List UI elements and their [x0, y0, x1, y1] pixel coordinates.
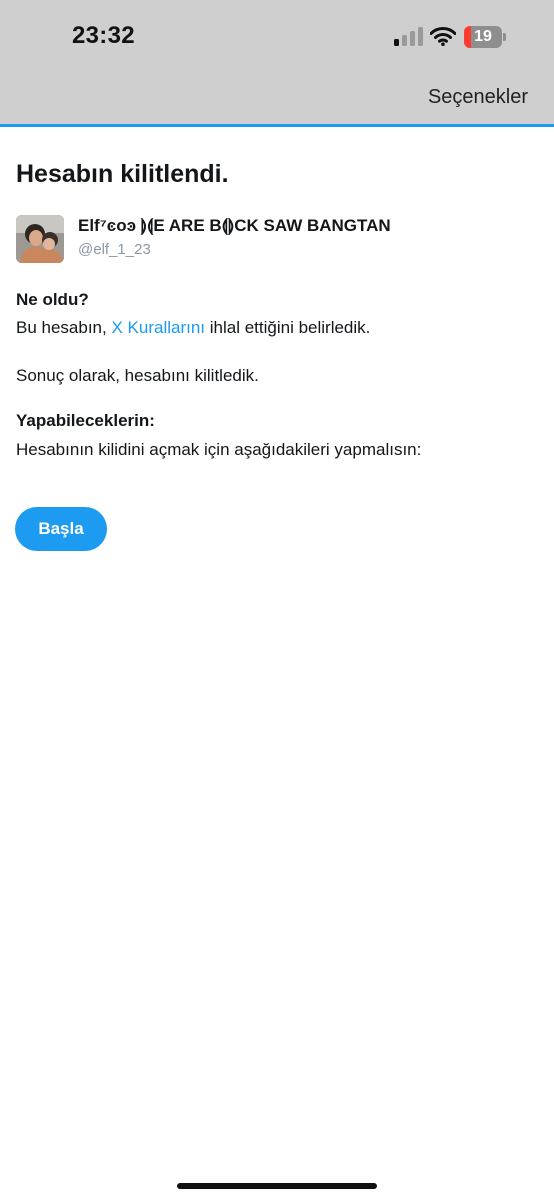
violation-text: Bu hesabın, X Kurallarını ihlal ettiğini…: [16, 318, 370, 338]
battery-level: 19: [474, 28, 492, 45]
violation-text-start: Bu hesabın,: [16, 318, 112, 337]
options-button[interactable]: Seçenekler: [428, 86, 528, 109]
account-handle: @elf_1_23: [78, 241, 151, 258]
status-time: 23:32: [72, 22, 135, 49]
battery-icon: 19: [464, 26, 506, 48]
home-indicator: [177, 1183, 377, 1189]
wifi-icon: [430, 27, 456, 46]
unlock-instructions: Hesabının kilidini açmak için aşağıdakil…: [16, 440, 422, 459]
avatar: [16, 215, 64, 263]
violation-text-end: ihlal ettiğini belirledik.: [205, 318, 371, 337]
cellular-signal-icon: [394, 26, 424, 46]
what-happened-heading: Ne oldu?: [16, 290, 89, 309]
what-you-can-do-heading: Yapabileceklerin:: [16, 411, 155, 430]
rules-link[interactable]: X Kurallarını: [111, 318, 205, 337]
account-display-name: Elf⁷ͼoͽ ⟭⟬E ARE B⟬⟭CK SAW BANGTAN: [78, 216, 391, 235]
page-title: Hesabın kilitlendi.: [16, 160, 229, 188]
header-accent-line: [0, 124, 554, 127]
start-button[interactable]: Başla: [15, 507, 107, 551]
result-text: Sonuç olarak, hesabını kilitledik.: [16, 366, 259, 385]
